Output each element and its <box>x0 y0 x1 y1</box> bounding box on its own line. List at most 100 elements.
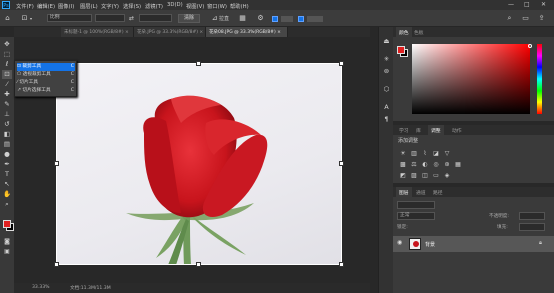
zoom-level[interactable]: 33.33% <box>32 285 50 290</box>
lasso-tool-icon[interactable]: ℓ <box>2 60 12 69</box>
menu-select[interactable]: 选择(S) <box>123 2 141 10</box>
menu-filter[interactable]: 滤镜(T) <box>145 2 163 10</box>
height-input[interactable] <box>139 14 172 22</box>
menu-help[interactable]: 帮助(H) <box>230 2 249 10</box>
crop-handle-bottom-right[interactable] <box>339 262 344 267</box>
tab-color[interactable]: 颜色 <box>396 27 412 37</box>
healing-brush-icon[interactable]: ✚ <box>2 90 12 99</box>
history-brush-icon[interactable]: ↺ <box>2 120 12 129</box>
crop-handle-top[interactable] <box>196 61 201 66</box>
menu-file[interactable]: 文件(F) <box>16 2 34 10</box>
3d-icon[interactable]: ⬡ <box>382 85 391 94</box>
menu-layer[interactable]: 图层(L) <box>80 2 98 10</box>
document-canvas[interactable] <box>56 63 342 265</box>
opacity-input[interactable] <box>519 212 545 220</box>
blend-mode-select[interactable]: 正常 <box>397 212 435 220</box>
menu-3d[interactable]: 3D(D) <box>167 2 183 8</box>
channel-mixer-icon[interactable]: ⊛ <box>443 161 451 168</box>
tab-libraries[interactable]: 库 <box>413 125 424 135</box>
hand-tool-icon[interactable]: ✋ <box>2 190 12 199</box>
levels-icon[interactable]: ▥ <box>410 150 418 157</box>
minimize-icon[interactable]: — <box>508 1 514 8</box>
pen-tool-icon[interactable]: ✒ <box>2 160 12 169</box>
blur-tool-icon[interactable]: ● <box>2 150 12 159</box>
settings-gear-icon[interactable]: ⚙ <box>256 14 265 23</box>
flyout-slice-select[interactable]: ↗ 切片选择工具 C <box>17 87 75 95</box>
marquee-tool-icon[interactable]: ⬚ <box>2 50 12 59</box>
layer-name[interactable]: 背景 <box>425 241 435 248</box>
tab-actions[interactable]: 动作 <box>449 125 465 135</box>
black-white-icon[interactable]: ◐ <box>421 161 429 168</box>
content-aware-checkbox[interactable] <box>298 16 304 22</box>
eraser-tool-icon[interactable]: ◧ <box>2 130 12 139</box>
tab-learn[interactable]: 学习 <box>396 125 412 135</box>
color-panel-foreground[interactable] <box>397 46 405 54</box>
visibility-eye-icon[interactable]: ◉ <box>397 239 402 246</box>
history-icon[interactable]: ⏏ <box>382 37 391 46</box>
menu-image[interactable]: 图像(I) <box>58 2 74 10</box>
flyout-crop-tool[interactable]: ⊡ 裁剪工具 C <box>17 63 75 71</box>
tab-swatches[interactable]: 色板 <box>411 27 427 37</box>
tab-adjustments[interactable]: 调整 <box>428 125 444 135</box>
menu-edit[interactable]: 编辑(E) <box>37 2 55 10</box>
stamp-tool-icon[interactable]: ⊥ <box>2 110 12 119</box>
delete-cropped-checkbox[interactable] <box>272 16 278 22</box>
brush-settings-icon[interactable]: ✳ <box>382 55 391 64</box>
tab-channels[interactable]: 通道 <box>413 187 429 197</box>
crop-handle-bottom[interactable] <box>196 262 201 267</box>
type-tool-icon[interactable]: T <box>2 170 12 179</box>
photo-filter-icon[interactable]: ◎ <box>432 161 440 168</box>
chevron-down-icon[interactable]: ▾ <box>28 14 34 23</box>
menu-view[interactable]: 视图(V) <box>186 2 204 10</box>
workspace-icon[interactable]: ▭ <box>521 14 530 23</box>
screen-mode-icon[interactable]: ▣ <box>2 247 12 256</box>
selective-color-icon[interactable]: ◈ <box>443 172 451 179</box>
layer-row-background[interactable]: ◉ 背景 🔒︎ <box>393 236 554 252</box>
swap-icon[interactable]: ⇄ <box>127 14 136 23</box>
color-lookup-icon[interactable]: ▦ <box>454 161 462 168</box>
invert-icon[interactable]: ◩ <box>399 172 407 179</box>
search-icon[interactable]: ⌕ <box>505 14 514 23</box>
gradient-map-icon[interactable]: ▭ <box>432 172 440 179</box>
tab-untitled-1[interactable]: 未标题-1 @ 100%(RGB/8#) × <box>61 27 134 37</box>
tab-flower-08[interactable]: 花朵08.JPG @ 33.3%(RGB/8#) × <box>206 27 288 37</box>
character-icon[interactable]: A <box>382 103 391 112</box>
share-icon[interactable]: ⇪ <box>537 14 546 23</box>
straighten-label[interactable]: 拉直 <box>219 15 229 22</box>
grid-overlay-icon[interactable]: ▦ <box>238 14 247 23</box>
tab-flower[interactable]: 花朵.JPG @ 33.3%(RGB/8#) × <box>134 27 206 37</box>
crop-handle-bottom-left[interactable] <box>54 262 59 267</box>
tab-layers[interactable]: 图层 <box>396 187 412 197</box>
straighten-icon[interactable]: ⊿ <box>210 14 219 23</box>
width-input[interactable] <box>95 14 125 22</box>
threshold-icon[interactable]: ◫ <box>421 172 429 179</box>
zoom-tool-icon[interactable]: ⌕ <box>2 200 12 209</box>
tab-paths[interactable]: 路径 <box>430 187 446 197</box>
move-tool-icon[interactable]: ✥ <box>2 40 12 49</box>
hue-slider[interactable] <box>537 44 542 114</box>
brightness-contrast-icon[interactable]: ☀ <box>399 150 407 157</box>
posterize-icon[interactable]: ▨ <box>410 172 418 179</box>
hue-saturation-icon[interactable]: ▩ <box>399 161 407 168</box>
curves-icon[interactable]: ⌇ <box>421 150 429 157</box>
color-picker-cursor[interactable] <box>528 44 532 48</box>
ratio-select[interactable]: 比例 <box>47 14 92 22</box>
crop-handle-left[interactable] <box>54 161 59 166</box>
maximize-icon[interactable]: □ <box>524 1 530 8</box>
flyout-slice-tool[interactable]: ⁄ 切片工具 C <box>17 79 75 87</box>
crop-tool-icon[interactable]: ⊡ <box>2 70 12 79</box>
eyedropper-tool-icon[interactable]: ⁄ <box>2 80 12 89</box>
vibrance-icon[interactable]: ▽ <box>443 150 451 157</box>
menu-window[interactable]: 窗口(W) <box>207 2 227 10</box>
layer-filter-select[interactable] <box>397 201 435 209</box>
path-select-icon[interactable]: ↖ <box>2 180 12 189</box>
clear-button[interactable]: 清除 <box>178 14 200 23</box>
brush-tool-icon[interactable]: ✎ <box>2 100 12 109</box>
quick-mask-icon[interactable]: ◙ <box>2 237 12 246</box>
exposure-icon[interactable]: ◪ <box>432 150 440 157</box>
paragraph-icon[interactable]: ¶ <box>382 115 391 124</box>
crop-handle-top-right[interactable] <box>339 61 344 66</box>
close-icon[interactable]: ✕ <box>541 1 546 8</box>
foreground-color-swatch[interactable] <box>3 220 11 228</box>
color-field[interactable] <box>412 44 530 114</box>
